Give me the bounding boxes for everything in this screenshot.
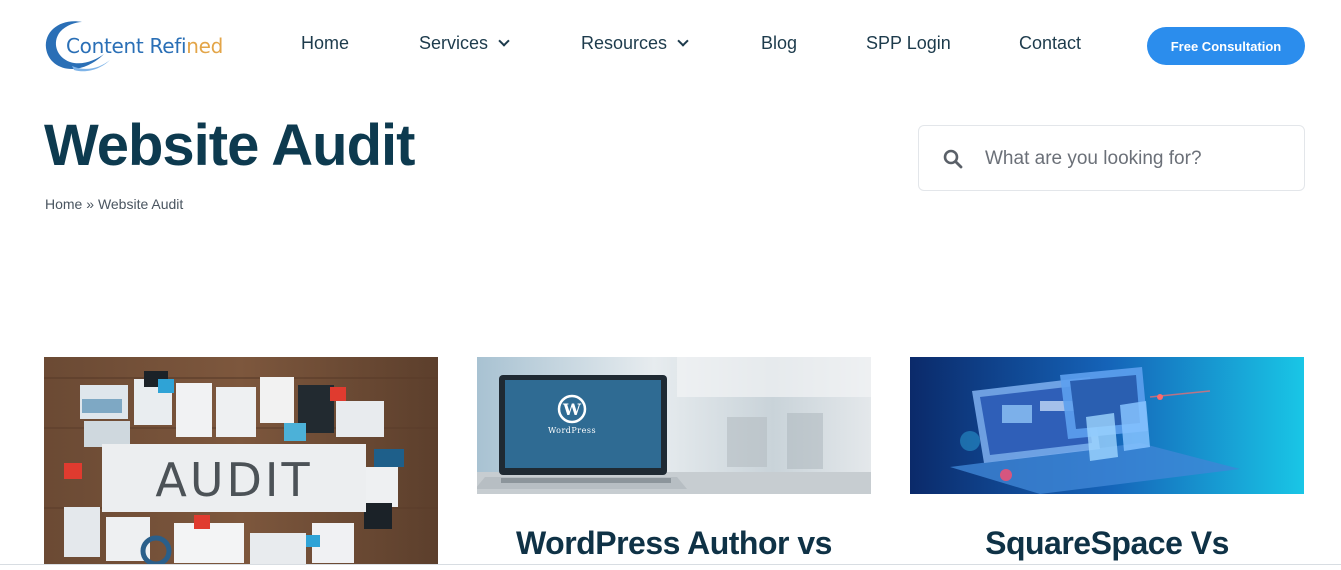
wordpress-laptop-image[interactable]: W WordPress (477, 357, 871, 494)
post-card-title[interactable]: SquareSpace Vs (910, 525, 1304, 562)
nav-item-resources[interactable]: Resources (581, 33, 689, 54)
nav-item-spp-login[interactable]: SPP Login (866, 33, 951, 54)
search-input[interactable] (985, 140, 1285, 178)
nav-item-contact[interactable]: Contact (1019, 33, 1081, 54)
site-header: Content Refined Home Services Resources … (0, 0, 1341, 92)
nav-item-label: SPP Login (866, 33, 951, 53)
breadcrumb-home-link[interactable]: Home (45, 196, 82, 212)
breadcrumb-separator: » (82, 196, 98, 212)
search-icon[interactable] (943, 149, 963, 169)
nav-item-services[interactable]: Services (419, 33, 510, 54)
content-refined-logo[interactable]: Content Refined (42, 16, 242, 76)
nav-item-label: Home (301, 33, 350, 53)
nav-item-label: Blog (761, 33, 798, 53)
squarespace-image-art (910, 357, 1304, 494)
nav-item-label: Contact (1019, 33, 1082, 53)
post-card-wordpress-author[interactable]: W WordPress WordPress Author vs (477, 357, 871, 561)
chevron-down-icon (498, 35, 510, 47)
wordpress-image-text: WordPress (548, 426, 596, 435)
divider (0, 564, 1341, 565)
post-card-title[interactable]: WordPress Author vs (477, 525, 871, 562)
post-card-audit[interactable]: AUDIT (44, 357, 438, 565)
free-consultation-button[interactable]: Free Consultation (1147, 27, 1305, 65)
audit-image-text: AUDIT (155, 453, 312, 507)
audit-documents-image[interactable]: AUDIT (44, 357, 438, 565)
wordpress-image-art: W WordPress (477, 357, 871, 494)
nav-item-blog[interactable]: Blog (761, 33, 797, 54)
chevron-down-icon (677, 35, 689, 47)
search-box (918, 125, 1305, 191)
nav-item-home[interactable]: Home (301, 33, 349, 54)
breadcrumb-current: Website Audit (97, 196, 184, 212)
web-design-devices-image[interactable] (910, 357, 1304, 494)
audit-image-art: AUDIT (44, 357, 438, 565)
page-title: Website Audit (44, 113, 415, 178)
nav-item-label: Resources (581, 33, 668, 53)
nav-item-label: Services (419, 33, 489, 53)
breadcrumb: Home » Website Audit (45, 196, 183, 212)
post-card-squarespace[interactable]: SquareSpace Vs (910, 357, 1304, 561)
logo-text: Content Refined (66, 34, 223, 58)
svg-text:W: W (562, 400, 582, 419)
